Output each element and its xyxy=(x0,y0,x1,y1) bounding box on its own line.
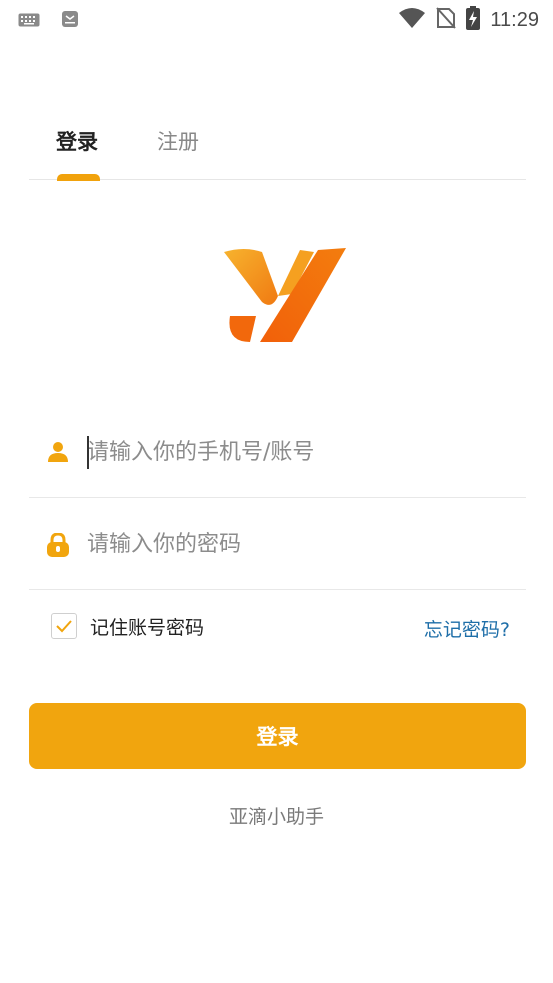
text-cursor xyxy=(87,436,89,469)
remember-row: 记住账号密码 忘记密码? xyxy=(29,604,526,648)
remember-label[interactable]: 记住账号密码 xyxy=(90,613,204,640)
remember-checkbox[interactable] xyxy=(51,613,77,639)
checkmark-icon xyxy=(56,620,72,633)
user-icon xyxy=(47,441,69,463)
no-sim-icon xyxy=(436,7,457,33)
keyboard-icon xyxy=(18,12,40,31)
phone-input[interactable] xyxy=(87,434,507,470)
login-button[interactable]: 登录 xyxy=(29,703,526,769)
auth-tabs: 登录 注册 xyxy=(29,118,526,181)
wifi-icon xyxy=(398,7,426,33)
active-tab-indicator xyxy=(57,174,100,181)
status-bar: 11:29 xyxy=(0,0,553,38)
yadi-logo-icon xyxy=(222,246,347,346)
password-input[interactable] xyxy=(87,526,507,562)
login-screen: 11:29 登录 注册 请输入你的手机号/账号 记住账号密码 忘记密码? 登录 … xyxy=(0,0,553,983)
lock-icon xyxy=(47,532,69,557)
password-field-row xyxy=(29,498,526,590)
tab-login[interactable]: 登录 xyxy=(56,128,98,156)
tab-register[interactable]: 注册 xyxy=(157,128,199,156)
status-clock: 11:29 xyxy=(490,8,539,31)
notification-icon xyxy=(62,11,78,31)
forgot-password-link[interactable]: 忘记密码? xyxy=(424,615,510,642)
battery-charging-icon xyxy=(466,6,481,34)
app-name-footer: 亚滴小助手 xyxy=(228,806,324,828)
phone-field-row xyxy=(29,406,526,498)
